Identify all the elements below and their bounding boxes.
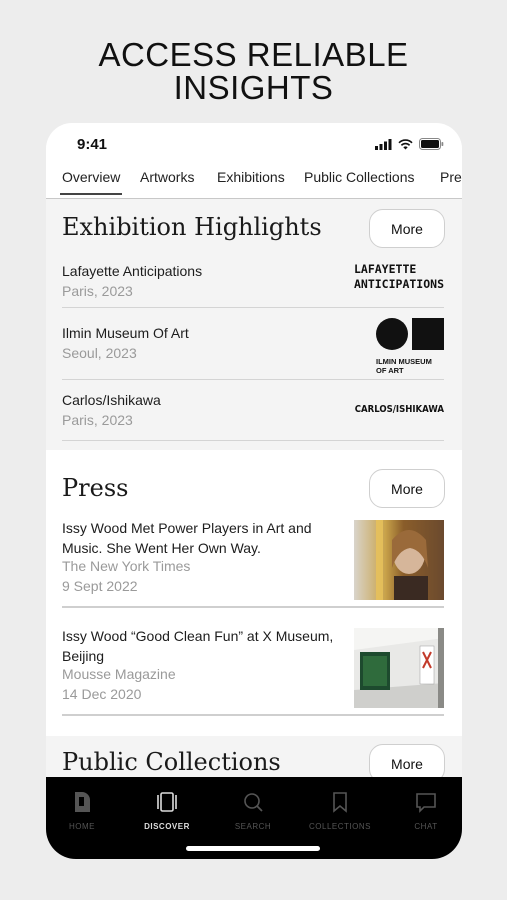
bottom-navigation: HOME DISCOVER SEARCH COLLECTIONS CHAT <box>46 777 462 859</box>
nav-search[interactable]: SEARCH <box>213 791 293 831</box>
exhibition-meta: Paris, 2023 <box>62 412 133 428</box>
press-title: Press <box>62 474 129 502</box>
press-item-title: Issy Wood Met Power Players in Art and M… <box>62 520 312 556</box>
headline-line-2: INSIGHTS <box>173 69 334 106</box>
ilmin-logo: ILMIN MUSEUM OF ART <box>376 318 444 375</box>
press-item-source: The New York Times <box>62 558 191 574</box>
collections-more-button[interactable]: More <box>369 744 445 777</box>
collections-title: Public Collections <box>62 748 281 776</box>
nav-chat[interactable]: CHAT <box>386 791 462 831</box>
exhibition-item[interactable]: Lafayette Anticipations Paris, 2023 LAFA… <box>62 258 444 308</box>
exhibition-name: Lafayette Anticipations <box>62 263 203 279</box>
exhibitions-title: Exhibition Highlights <box>62 213 322 241</box>
nav-discover-label: DISCOVER <box>144 822 190 831</box>
exhibition-name: Carlos/Ishikawa <box>62 392 161 408</box>
ilmin-logo-mark <box>376 318 444 350</box>
home-indicator <box>186 846 320 851</box>
collections-section: Public Collections More <box>46 736 462 777</box>
exhibition-meta: Seoul, 2023 <box>62 345 137 361</box>
nav-home-label: HOME <box>69 822 95 831</box>
status-bar: 9:41 <box>46 123 462 163</box>
battery-icon <box>419 138 444 150</box>
exhibition-item[interactable]: Ilmin Museum Of Art Seoul, 2023 ILMIN MU… <box>62 308 444 380</box>
nav-collections-label: COLLECTIONS <box>309 822 371 831</box>
nav-home[interactable]: HOME <box>46 791 122 831</box>
status-time: 9:41 <box>77 136 108 153</box>
exhibitions-more-button[interactable]: More <box>369 209 445 248</box>
press-section: Press More Issy Wood Met Power Players i… <box>46 450 462 736</box>
exhibition-item[interactable]: Carlos/Ishikawa Paris, 2023 CARLOS/ISHIK… <box>62 380 444 441</box>
tab-overview[interactable]: Overview <box>59 169 123 195</box>
chat-icon <box>416 793 436 813</box>
tab-public-collections[interactable]: Public Collections <box>304 169 415 185</box>
nav-search-label: SEARCH <box>234 822 272 831</box>
tab-artworks[interactable]: Artworks <box>140 169 194 185</box>
phone-screen: 9:41 Overview Artworks Exhibitions Publi… <box>46 123 462 859</box>
carlos-ishikawa-logo: CARLOS/ISHIKAWA <box>354 404 444 415</box>
headline: ACCESS RELIABLE INSIGHTS <box>0 38 507 104</box>
press-item[interactable]: Issy Wood “Good Clean Fun” at X Museum, … <box>62 624 444 716</box>
bookmark-icon <box>333 792 347 813</box>
home-icon <box>75 792 90 812</box>
press-thumbnail-image <box>354 520 444 600</box>
press-thumbnail-image <box>354 628 444 708</box>
nav-chat-label: CHAT <box>414 822 438 831</box>
exhibitions-section: Exhibition Highlights More Lafayette Ant… <box>46 200 462 450</box>
wifi-icon <box>398 138 413 149</box>
search-icon <box>244 793 263 812</box>
exhibition-meta: Paris, 2023 <box>62 283 133 299</box>
press-item-date: 9 Sept 2022 <box>62 578 138 594</box>
discover-icon <box>157 792 177 812</box>
tab-exhibitions[interactable]: Exhibitions <box>217 169 285 185</box>
nav-discover[interactable]: DISCOVER <box>127 791 207 831</box>
tab-bar: Overview Artworks Exhibitions Public Col… <box>46 163 462 199</box>
exhibition-name: Ilmin Museum Of Art <box>62 325 189 341</box>
press-item-source: Mousse Magazine <box>62 666 176 682</box>
press-item-title: Issy Wood “Good Clean Fun” at X Museum, … <box>62 628 334 664</box>
press-more-button[interactable]: More <box>369 469 445 508</box>
press-item[interactable]: Issy Wood Met Power Players in Art and M… <box>62 516 444 608</box>
lafayette-logo: LAFAYETTE ANTICIPATIONS <box>353 262 444 291</box>
tab-press[interactable]: Pre <box>440 169 462 185</box>
status-icons <box>375 138 444 150</box>
headline-line-1: ACCESS RELIABLE <box>98 36 409 73</box>
press-item-date: 14 Dec 2020 <box>62 686 142 702</box>
signal-icon <box>375 138 392 150</box>
nav-collections[interactable]: COLLECTIONS <box>300 791 380 831</box>
